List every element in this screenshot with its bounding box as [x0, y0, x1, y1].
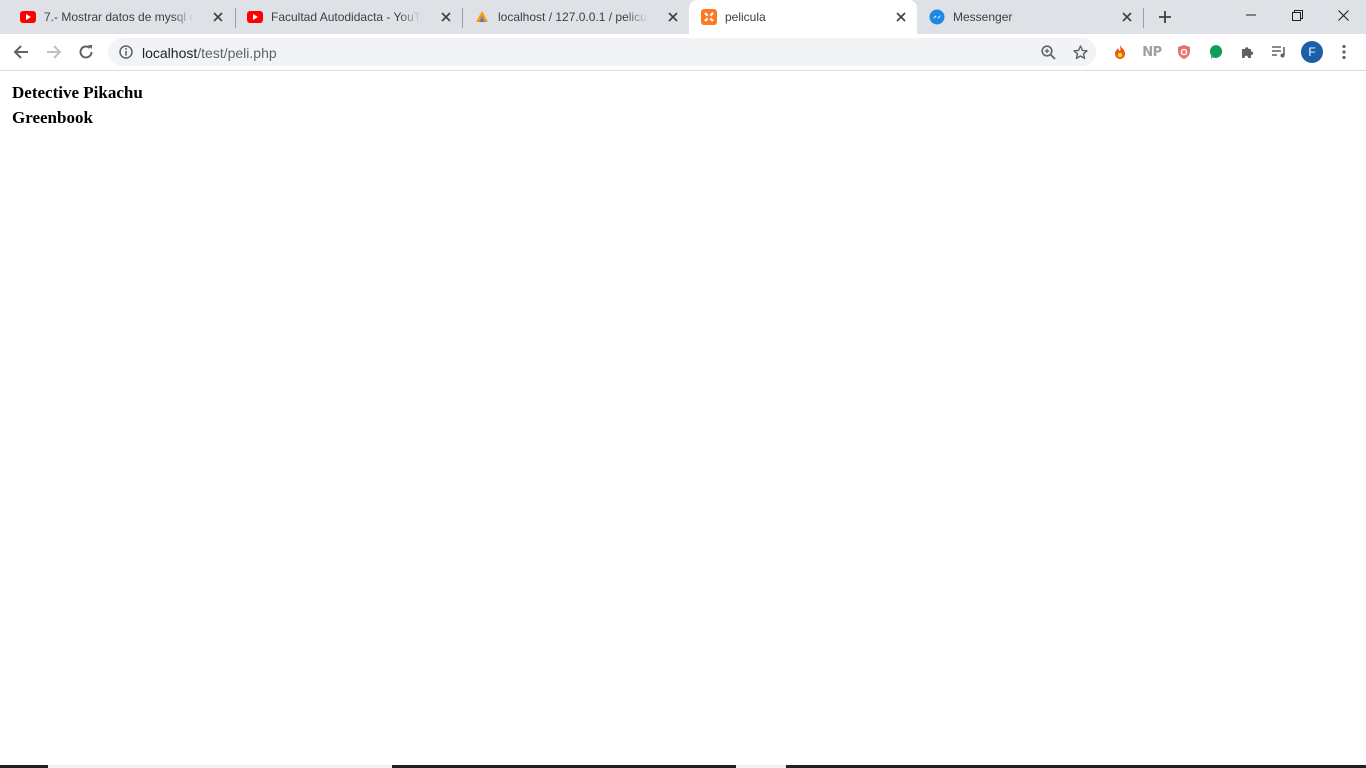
page-content: Detective Pikachu Greenbook [0, 71, 1366, 768]
url-path: /test/peli.php [197, 45, 277, 61]
tab-title: Facultad Autodidacta - YouTube [271, 10, 421, 24]
profile-avatar[interactable]: F [1301, 41, 1323, 63]
reload-button[interactable] [72, 38, 100, 66]
xampp-icon [701, 9, 717, 25]
menu-button[interactable] [1334, 42, 1354, 62]
movie-title: Detective Pikachu [12, 83, 143, 102]
np-extension-icon[interactable]: NP [1141, 42, 1163, 62]
fire-extension-icon[interactable] [1110, 42, 1130, 62]
close-tab-icon[interactable] [665, 9, 681, 25]
new-tab-button[interactable] [1151, 3, 1179, 31]
profile-initial: F [1308, 45, 1316, 59]
arrow-left-icon [13, 45, 28, 59]
close-window-button[interactable] [1320, 0, 1366, 30]
star-icon[interactable] [1072, 44, 1088, 60]
restore-button[interactable] [1274, 0, 1320, 30]
youtube-icon [247, 9, 263, 25]
tab-strip: 7.- Mostrar datos de mysql en t Facultad… [0, 0, 1366, 34]
minimize-button[interactable] [1228, 0, 1274, 30]
movie-title: Greenbook [12, 108, 93, 127]
close-icon [1337, 9, 1349, 21]
media-control-icon[interactable] [1269, 42, 1289, 62]
close-tab-icon[interactable] [210, 9, 226, 25]
tab-title: 7.- Mostrar datos de mysql en t [44, 10, 194, 24]
tab-facultad-autodidacta[interactable]: Facultad Autodidacta - YouTube [235, 0, 462, 34]
reload-icon [79, 45, 93, 59]
back-button[interactable] [7, 38, 35, 66]
kebab-menu-icon [1342, 44, 1346, 60]
tab-phpmyadmin[interactable]: localhost / 127.0.0.1 / peliculas [462, 0, 689, 34]
tab-title: pelicula [725, 10, 766, 24]
np-label: NP [1142, 44, 1162, 60]
info-icon[interactable] [118, 44, 134, 60]
minimize-icon [1246, 14, 1256, 16]
tab-messenger[interactable]: Messenger [917, 0, 1143, 34]
close-tab-icon[interactable] [1119, 9, 1135, 25]
url-host: localhost [142, 45, 198, 61]
plus-icon [1159, 11, 1171, 23]
close-tab-icon[interactable] [438, 9, 454, 25]
browser-toolbar: localhost/test/peli.php NP F [0, 34, 1366, 71]
messenger-icon [929, 9, 945, 25]
phpmyadmin-icon [474, 9, 490, 25]
zoom-icon[interactable] [1040, 44, 1056, 60]
shield-extension-icon[interactable] [1174, 42, 1194, 62]
youtube-icon [20, 9, 36, 25]
address-bar[interactable]: localhost/test/peli.php [108, 38, 1096, 66]
arrow-right-icon [47, 45, 62, 59]
puzzle-extensions-icon[interactable] [1238, 42, 1258, 62]
restore-icon [1291, 9, 1303, 21]
url-text[interactable]: localhost/test/peli.php [142, 45, 277, 61]
tab-pelicula[interactable]: pelicula [689, 0, 917, 34]
tab-youtube-mysql[interactable]: 7.- Mostrar datos de mysql en t [8, 0, 234, 34]
forward-button[interactable] [40, 38, 68, 66]
tab-title: localhost / 127.0.0.1 / peliculas [498, 10, 648, 24]
tab-title: Messenger [953, 10, 1013, 24]
green-extension-icon[interactable] [1206, 42, 1226, 62]
tab-separator [1143, 8, 1144, 28]
close-tab-icon[interactable] [893, 9, 909, 25]
